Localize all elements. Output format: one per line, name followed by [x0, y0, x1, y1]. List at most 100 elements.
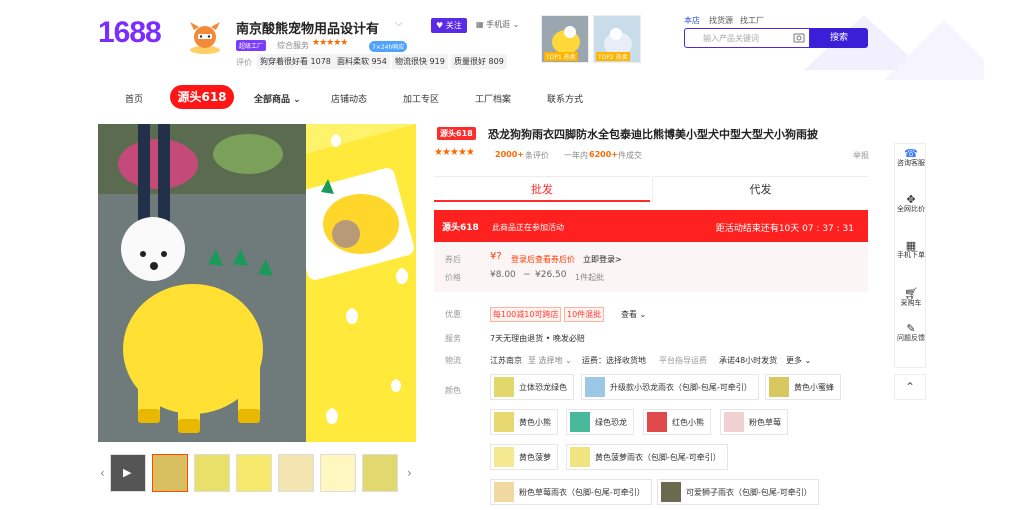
swatch-image	[570, 447, 590, 467]
swatch-image	[647, 412, 667, 432]
discount-tag[interactable]: 10件混批	[564, 307, 605, 322]
swatch-image	[570, 412, 590, 432]
top-product-thumb[interactable]: TOP2 热卖	[593, 15, 641, 63]
follow-button[interactable]: ♥ 关注	[431, 18, 467, 33]
tab-dropship[interactable]: 代发	[652, 176, 868, 202]
nav-618[interactable]: 源头618	[170, 85, 234, 109]
sidebar-item-feedback[interactable]: ✎ 问题反馈	[895, 323, 927, 343]
coupon-login-link[interactable]: 登录后查看券后价	[511, 254, 575, 265]
gallery-thumb[interactable]	[320, 454, 356, 492]
color-option[interactable]: 黄色小熊	[490, 409, 558, 435]
review-tag[interactable]: 物流很快 919	[392, 54, 448, 69]
logistics-more[interactable]: 更多 ⌄	[786, 355, 811, 366]
gallery-thumb[interactable]	[278, 454, 314, 492]
color-option[interactable]: 红色小熊	[643, 409, 711, 435]
gallery-thumb[interactable]	[152, 454, 188, 492]
review-tag[interactable]: 狗穿着很好看 1078	[257, 54, 334, 69]
right-sidebar: ☎ 咨询客服 ✥ 全网比价 ▦ 手机下单 🛒︎ 采购车 ✎ 问题反馈	[894, 143, 926, 368]
nav-contact[interactable]: 联系方式	[547, 92, 583, 105]
logistics-destination[interactable]: 至 选择地 ⌄	[528, 355, 572, 366]
phone-view-link[interactable]: ▦ 手机逛 ⌄	[476, 19, 519, 30]
color-option[interactable]: 黄色菠萝	[490, 444, 558, 470]
service-text[interactable]: 7天无理由退货 • 晚发必赔	[490, 333, 585, 344]
color-option[interactable]: 升级款小恐龙雨衣（包脚-包尾-可牵引）	[581, 374, 759, 400]
link-find-factory[interactable]: 找工厂	[740, 15, 764, 26]
year-label: 一年内	[564, 151, 588, 160]
gallery-thumb[interactable]	[194, 454, 230, 492]
coupon-price: ¥?	[490, 251, 502, 262]
color-option[interactable]: 可爱狮子雨衣（包脚-包尾-可牵引）	[657, 479, 819, 505]
sidebar-item-price-compare[interactable]: ✥ 全网比价	[895, 194, 927, 214]
color-option-label: 粉色草莓雨衣（包脚-包尾-可牵引）	[519, 487, 645, 497]
product-title: 恐龙狗狗雨衣四脚防水全包泰迪比熊博美小型犬中型大型犬小狗雨披	[488, 128, 818, 141]
tab-wholesale[interactable]: 批发	[434, 176, 650, 202]
color-option[interactable]: 粉色草莓	[720, 409, 788, 435]
main-product-image[interactable]	[98, 124, 306, 442]
sold-count: 6200+	[589, 150, 618, 159]
sidebar-item-label: 问题反馈	[897, 334, 925, 342]
price-separator: ~	[523, 270, 531, 280]
logistics-destination-label: 至 选择地	[528, 356, 563, 365]
chevron-down-icon[interactable]: ⌵	[395, 18, 403, 29]
price-low: ¥8.00	[490, 270, 516, 280]
nav-all-products-label: 全部商品	[254, 95, 291, 105]
service-label: 服务	[445, 334, 461, 343]
chevron-down-icon: ⌄	[804, 356, 812, 365]
factory-badge: 超级工厂	[236, 40, 267, 51]
moq: 1件起批	[575, 273, 605, 282]
chevron-up-icon: ⌃	[904, 380, 916, 394]
next-arrow-icon[interactable]: ›	[407, 466, 412, 480]
top-product-thumb[interactable]: TOP1 热卖	[541, 15, 589, 63]
nav-factory-profile[interactable]: 工厂档案	[475, 92, 511, 105]
search-input[interactable]: 输入产品关键词	[684, 28, 810, 48]
sidebar-item-cart[interactable]: 🛒︎ 采购车	[895, 288, 927, 308]
swatch-image	[769, 377, 789, 397]
review-label: 评价	[236, 58, 252, 67]
logistics-from: 江苏南京	[490, 356, 522, 365]
sold-unit: 件成交	[618, 151, 642, 160]
search-button[interactable]: 搜索	[810, 28, 868, 48]
swatch-image	[724, 412, 744, 432]
discount-label: 优惠	[445, 310, 461, 319]
link-find-source[interactable]: 找货源	[709, 15, 733, 26]
color-option[interactable]: 粉色草莓雨衣（包脚-包尾-可牵引）	[490, 479, 652, 505]
link-this-shop[interactable]: 本店	[684, 15, 700, 26]
color-option-label: 黄色菠萝雨衣（包脚-包尾-可牵引）	[595, 452, 721, 462]
color-option[interactable]: 黄色菠萝雨衣（包脚-包尾-可牵引）	[566, 444, 728, 470]
camera-icon[interactable]	[793, 32, 805, 43]
service-score-label: 综合服务	[277, 41, 309, 50]
color-option[interactable]: 立体恐龙绿色	[490, 374, 574, 400]
discount-more-label: 查看	[621, 310, 637, 319]
play-icon: ▶	[123, 466, 132, 479]
review-tag[interactable]: 质量很好 809	[451, 54, 507, 69]
logistics-more-label: 更多	[786, 356, 802, 365]
top-rank-label: TOP2 热卖	[596, 52, 630, 61]
review-tag[interactable]: 面料柔软 954	[334, 54, 390, 69]
review-count[interactable]: 2000+	[495, 150, 524, 159]
color-option-label: 可爱狮子雨衣（包脚-包尾-可牵引）	[686, 487, 812, 497]
report-link[interactable]: 举报	[853, 150, 869, 161]
shop-name[interactable]: 南京酸熊宠物用品设计有	[236, 18, 379, 37]
nav-all-products[interactable]: 全部商品 ⌄	[254, 92, 301, 105]
prev-arrow-icon[interactable]: ‹	[100, 466, 105, 480]
shop-avatar	[190, 22, 220, 54]
event-tag: 源头618	[437, 127, 476, 140]
gallery-thumb-video[interactable]: ▶	[110, 454, 146, 492]
gallery-thumb[interactable]	[362, 454, 398, 492]
login-now-link[interactable]: 立即登录>	[583, 254, 622, 265]
headset-icon: ☎	[904, 147, 918, 160]
nav-home[interactable]: 首页	[125, 92, 143, 105]
nav-processing[interactable]: 加工专区	[403, 92, 439, 105]
site-logo[interactable]: 1688	[98, 16, 162, 50]
color-option[interactable]: 黄色小蜜蜂	[765, 374, 841, 400]
gallery-thumb[interactable]	[236, 454, 272, 492]
color-option[interactable]: 绿色恐龙	[566, 409, 634, 435]
swatch-image	[494, 482, 514, 502]
discount-tag[interactable]: 每100减10可跨店	[490, 307, 562, 322]
price-label: 价格	[445, 273, 461, 282]
back-to-top-button[interactable]: ⌃	[894, 374, 926, 400]
sidebar-item-customer-service[interactable]: ☎ 咨询客服	[895, 147, 927, 168]
discount-more[interactable]: 查看 ⌄	[621, 309, 646, 320]
nav-shop-news[interactable]: 店铺动态	[331, 92, 367, 105]
sidebar-item-mobile-order[interactable]: ▦ 手机下单	[895, 240, 927, 260]
